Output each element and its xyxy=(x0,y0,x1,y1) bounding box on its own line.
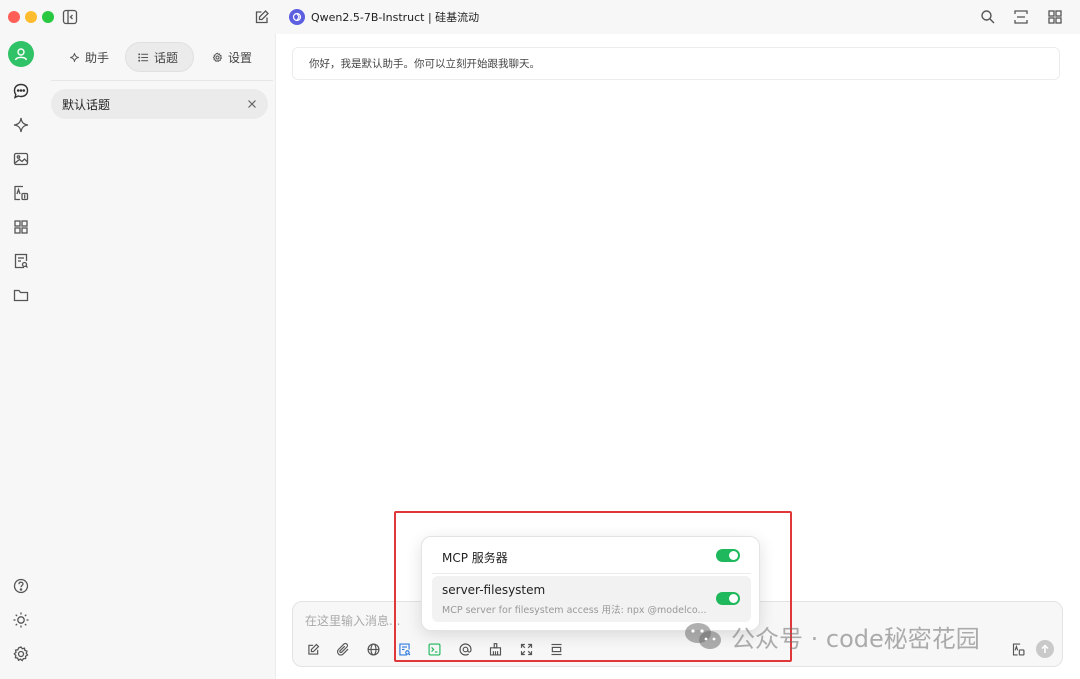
watermark-text: 公众号 · code秘密花园 xyxy=(731,619,980,654)
icon-sidebar xyxy=(0,34,43,679)
wechat-icon xyxy=(683,621,723,651)
search-icon[interactable] xyxy=(979,8,997,26)
sidebar-toggle-icon[interactable] xyxy=(61,8,79,26)
sparkle-icon[interactable] xyxy=(8,112,34,138)
model-logo-icon xyxy=(289,9,305,25)
maximize-window-button[interactable] xyxy=(42,11,54,23)
arrow-up-icon xyxy=(1040,644,1050,654)
send-button[interactable] xyxy=(1036,640,1054,658)
tab-settings-label: 设置 xyxy=(228,49,252,66)
tab-assistant-label: 助手 xyxy=(85,49,109,66)
list-icon xyxy=(138,52,149,63)
welcome-message: 你好，我是默认助手。你可以立刻开始跟我聊天。 xyxy=(292,47,1060,80)
folder-icon[interactable] xyxy=(8,282,34,308)
close-icon[interactable] xyxy=(247,99,257,109)
panel-tabs: 助手 话题 设置 xyxy=(43,42,276,72)
tab-topics[interactable]: 话题 xyxy=(125,42,194,72)
minimize-window-button[interactable] xyxy=(25,11,37,23)
sparkle-icon xyxy=(69,52,80,63)
message-input[interactable]: 在这里输入消息... xyxy=(305,612,400,629)
settings-icon[interactable] xyxy=(8,641,34,667)
chat-icon[interactable] xyxy=(8,78,34,104)
attachment-icon[interactable] xyxy=(334,640,352,658)
new-chat-icon[interactable] xyxy=(253,8,271,26)
image-icon[interactable] xyxy=(8,146,34,172)
topic-item[interactable]: 默认话题 xyxy=(51,89,268,119)
theme-icon[interactable] xyxy=(8,607,34,633)
knowledge-icon[interactable] xyxy=(8,248,34,274)
help-icon[interactable] xyxy=(8,573,34,599)
grid-icon[interactable] xyxy=(1046,8,1064,26)
tab-topics-label: 话题 xyxy=(154,49,178,66)
title-bar: Qwen2.5-7B-Instruct | 硅基流动 xyxy=(0,0,1080,34)
topic-panel: 助手 话题 设置 默认话题 xyxy=(43,34,276,679)
translate-icon[interactable] xyxy=(8,180,34,206)
expand-icon[interactable] xyxy=(1012,8,1030,26)
welcome-text: 你好，我是默认助手。你可以立刻开始跟我聊天。 xyxy=(309,56,540,71)
tabs-divider xyxy=(51,80,273,81)
web-search-icon[interactable] xyxy=(364,640,382,658)
avatar[interactable] xyxy=(8,41,34,67)
apps-icon[interactable] xyxy=(8,214,34,240)
model-title-text: Qwen2.5-7B-Instruct | 硅基流动 xyxy=(311,9,479,25)
image-generation-icon[interactable] xyxy=(1009,640,1027,658)
topic-label: 默认话题 xyxy=(62,96,110,113)
tab-settings[interactable]: 设置 xyxy=(200,42,264,72)
close-window-button[interactable] xyxy=(8,11,20,23)
tab-assistant[interactable]: 助手 xyxy=(57,42,121,72)
gear-icon xyxy=(212,52,223,63)
watermark: 公众号 · code秘密花园 xyxy=(683,618,980,654)
model-title[interactable]: Qwen2.5-7B-Instruct | 硅基流动 xyxy=(289,9,479,25)
new-topic-icon[interactable] xyxy=(304,640,322,658)
